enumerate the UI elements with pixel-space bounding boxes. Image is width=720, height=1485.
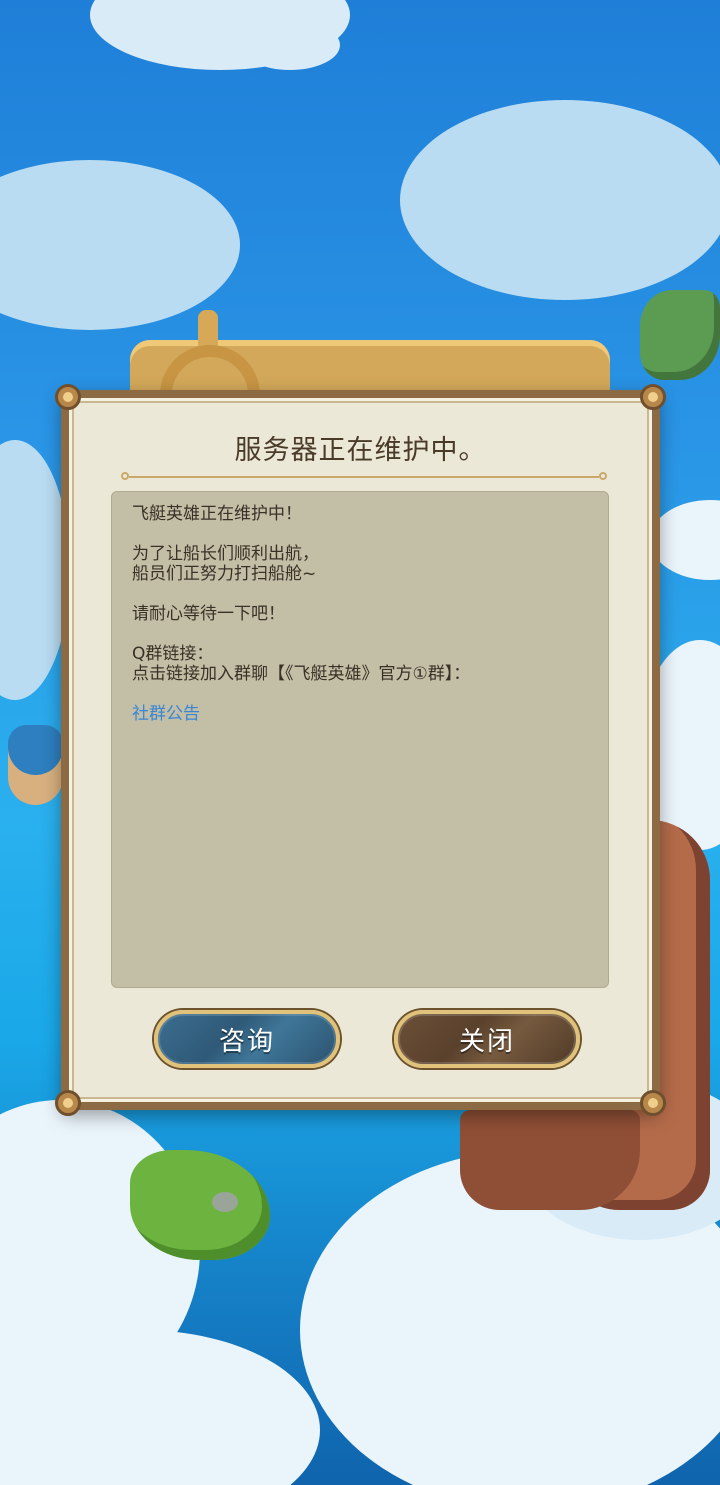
title-divider xyxy=(121,472,607,480)
message-paragraph: 请耐心等待一下吧！ xyxy=(132,604,588,624)
message-line: 为了让船长们顺利出航， xyxy=(132,544,319,564)
cloud xyxy=(240,20,340,70)
corner-rivet-icon xyxy=(640,384,666,410)
floating-island xyxy=(640,290,720,380)
cloud xyxy=(0,440,70,700)
message-line: 点击链接加入群聊【《飞艇英雄》官方①群】： xyxy=(132,664,471,684)
message-line: Q群链接： xyxy=(132,644,214,664)
corner-rivet-icon xyxy=(640,1090,666,1116)
cloud xyxy=(400,100,720,300)
message-line: 船员们正努力打扫船舱~ xyxy=(132,564,317,584)
message-paragraph: Q群链接： 点击链接加入群聊【《飞艇英雄》官方①群】： xyxy=(132,644,588,684)
community-notice-link[interactable]: 社群公告 xyxy=(132,704,588,724)
message-line: 飞艇英雄正在维护中！ xyxy=(132,504,302,524)
message-paragraph: 为了让船长们顺利出航， 船员们正努力打扫船舱~ xyxy=(132,544,588,584)
dialog-title: 服务器正在维护中。 xyxy=(234,435,487,466)
corner-rivet-icon xyxy=(55,384,81,410)
close-button[interactable]: 关闭 xyxy=(394,1010,580,1068)
airship-balloon xyxy=(8,725,63,805)
rock xyxy=(212,1192,238,1212)
message-paragraph: 飞艇英雄正在维护中！ xyxy=(132,504,588,524)
message-panel[interactable]: 飞艇英雄正在维护中！ 为了让船长们顺利出航， 船员们正努力打扫船舱~ 请耐心等待… xyxy=(111,491,609,988)
message-line: 请耐心等待一下吧！ xyxy=(132,604,285,624)
maintenance-dialog: 服务器正在维护中。 飞艇英雄正在维护中！ 为了让船长们顺利出航， 船员们正努力打… xyxy=(55,384,666,1116)
consult-button[interactable]: 咨询 xyxy=(154,1010,340,1068)
game-background: 服务器正在维护中。 飞艇英雄正在维护中！ 为了让船长们顺利出航， 船员们正努力打… xyxy=(0,0,720,1485)
cloud xyxy=(650,500,720,580)
cloud xyxy=(0,1330,320,1485)
corner-rivet-icon xyxy=(55,1090,81,1116)
floating-island xyxy=(130,1150,270,1260)
